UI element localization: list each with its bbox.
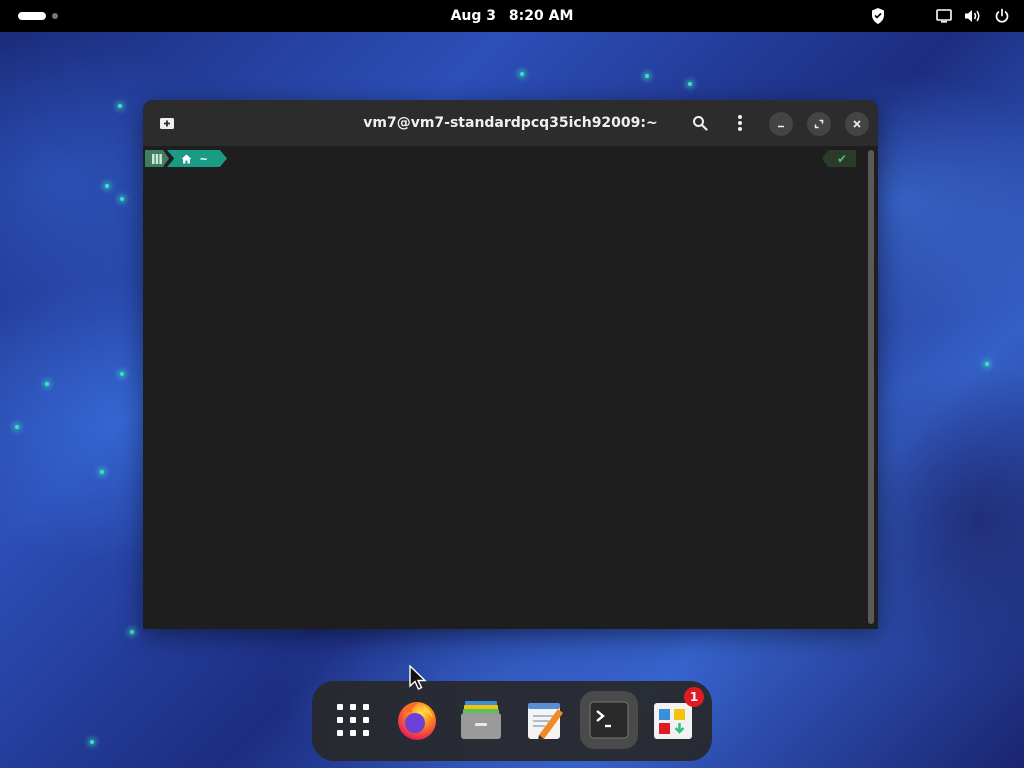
top-bar: Aug 3 8:20 AM xyxy=(0,0,1024,32)
clock-time: 8:20 AM xyxy=(508,8,574,24)
minimize-button[interactable] xyxy=(769,112,793,136)
wallpaper-sparkle xyxy=(130,630,134,634)
wallpaper-sparkle xyxy=(118,104,122,108)
firefox-launcher[interactable] xyxy=(388,691,446,749)
terminal-content[interactable]: ~ ✔ xyxy=(143,146,878,629)
terminal-window[interactable]: vm7@vm7-standardpcq35ich92009:~ ~ ✔ xyxy=(143,100,878,629)
wallpaper-sparkle xyxy=(100,470,104,474)
wallpaper-sparkle xyxy=(688,82,692,86)
dock: 1 xyxy=(312,681,712,761)
wallpaper-sparkle xyxy=(120,372,124,376)
terminal-launcher[interactable] xyxy=(580,691,638,749)
terminal-scrollbar[interactable] xyxy=(868,150,874,624)
text-editor-launcher[interactable] xyxy=(516,691,574,749)
app-grid-icon xyxy=(337,704,369,736)
search-button[interactable] xyxy=(688,111,712,135)
menu-button[interactable] xyxy=(728,111,752,135)
display-icon xyxy=(936,9,952,23)
status-check: ✔ xyxy=(836,151,848,166)
firefox-icon xyxy=(398,702,436,740)
wallpaper-sparkle xyxy=(120,197,124,201)
shield-icon xyxy=(872,8,884,24)
system-tray[interactable] xyxy=(870,7,1010,25)
grid-icon xyxy=(152,153,162,164)
window-title: vm7@vm7-standardpcq35ich92009:~ xyxy=(363,115,658,131)
files-launcher[interactable] xyxy=(452,691,510,749)
wallpaper-sparkle xyxy=(90,740,94,744)
search-icon xyxy=(693,116,708,131)
prompt-directory: ~ xyxy=(200,151,208,166)
close-button[interactable] xyxy=(845,112,869,136)
text-editor-icon xyxy=(528,703,563,740)
terminal-icon xyxy=(589,701,629,739)
prompt-directory-segment: ~ xyxy=(167,150,227,167)
wallpaper-sparkle xyxy=(520,72,524,76)
terminal-headerbar[interactable]: vm7@vm7-standardpcq35ich92009:~ xyxy=(143,100,878,146)
wallpaper-sparkle xyxy=(985,362,989,366)
updates-badge: 1 xyxy=(684,687,704,707)
prompt-status-segment: ✔ xyxy=(822,150,856,167)
software-launcher[interactable]: 1 xyxy=(644,687,704,749)
power-icon xyxy=(995,8,1009,23)
maximize-icon xyxy=(814,119,824,129)
wallpaper-sparkle xyxy=(645,74,649,78)
minimize-icon xyxy=(778,125,784,128)
volume-icon xyxy=(965,10,980,22)
close-icon xyxy=(853,120,861,128)
maximize-button[interactable] xyxy=(807,112,831,136)
files-icon xyxy=(461,701,501,739)
show-apps-button[interactable] xyxy=(324,691,382,749)
shell-prompt: ~ xyxy=(145,150,227,167)
wallpaper-sparkle xyxy=(105,184,109,188)
kebab-menu-icon xyxy=(738,115,742,131)
home-icon xyxy=(181,154,192,163)
wallpaper-sparkle xyxy=(45,382,49,386)
wallpaper-sparkle xyxy=(15,425,19,429)
clock-date: Aug 3 xyxy=(450,8,497,24)
mouse-cursor-icon xyxy=(409,665,427,690)
prompt-os-segment xyxy=(145,150,169,167)
